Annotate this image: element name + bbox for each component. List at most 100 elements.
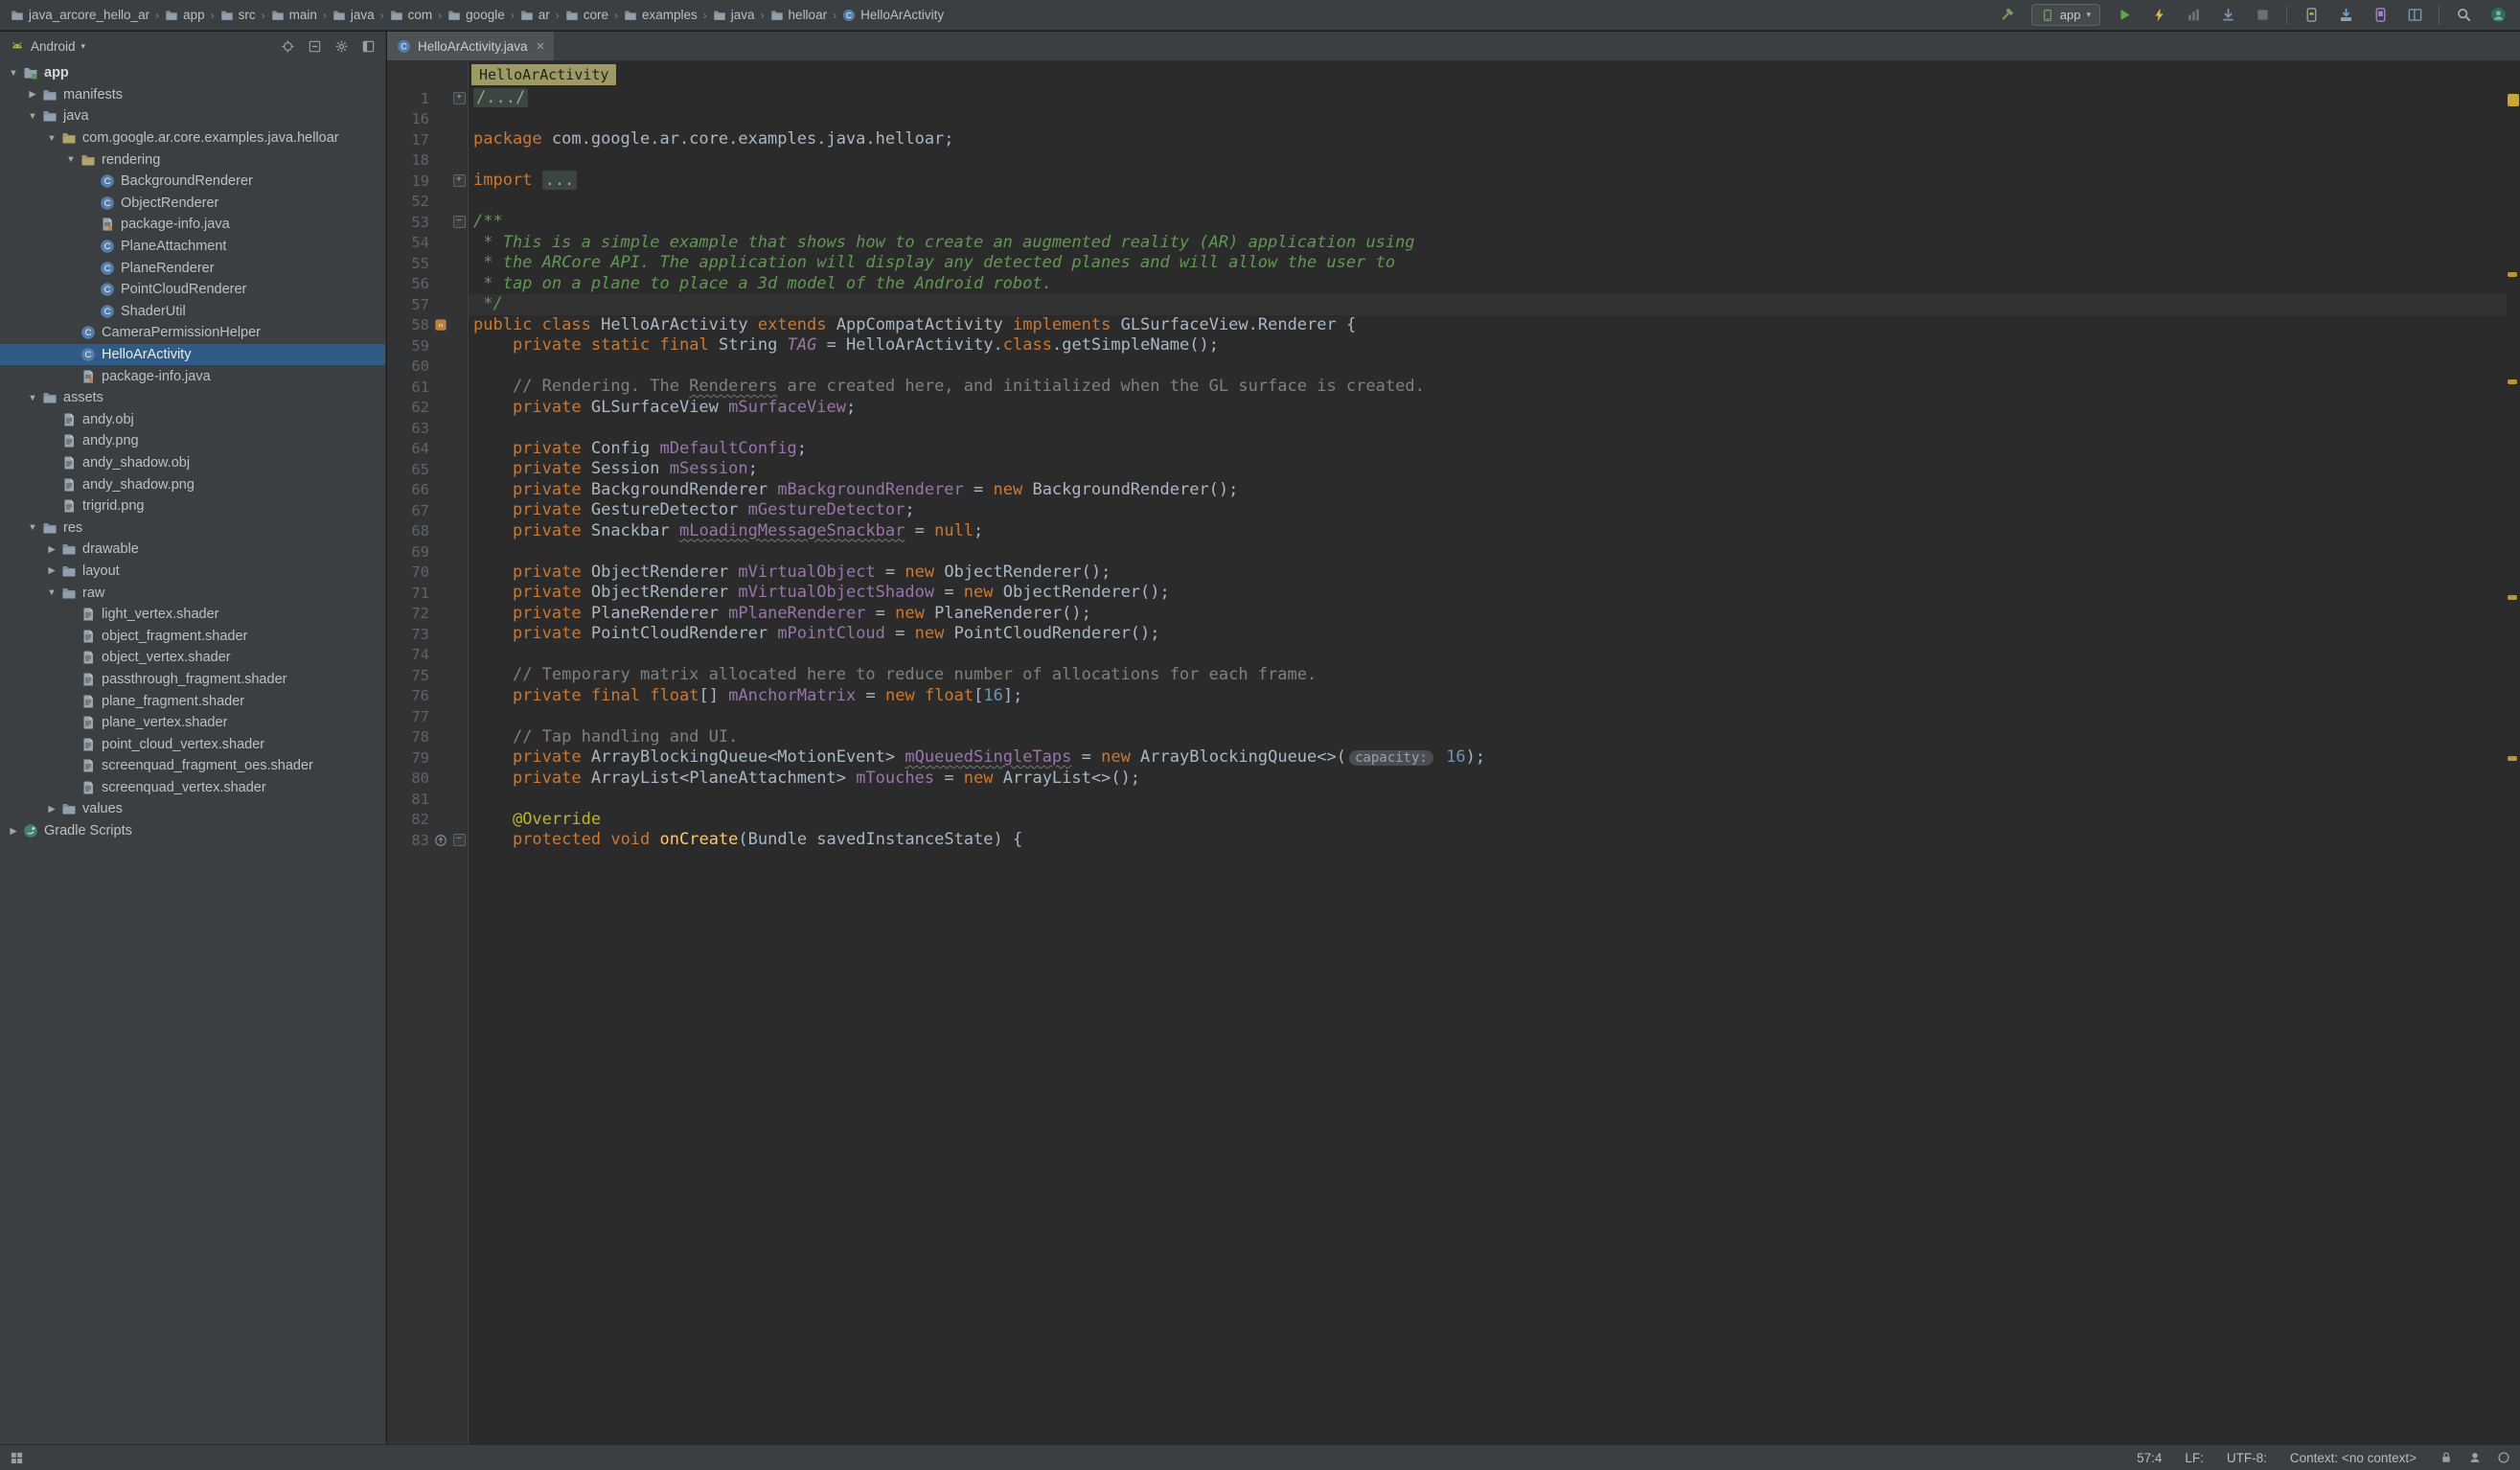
gutter-cell[interactable]: 58‹› [387,315,469,336]
stripe-mark[interactable] [2508,756,2517,761]
tree-item-layout[interactable]: ▶layout [0,561,385,583]
tree-item-object-fragment-shader[interactable]: object_fragment.shader [0,625,385,647]
gutter-cell[interactable]: 72 [387,604,469,625]
tree-item-values[interactable]: ▶values [0,798,385,820]
fold-toggle-icon[interactable]: − [453,834,466,846]
tree-item-res[interactable]: ▼res [0,517,385,539]
attach-debugger-button[interactable] [2217,5,2238,26]
tree-item-camerapermissionhelper[interactable]: CCameraPermissionHelper [0,322,385,344]
code-text[interactable]: private PlaneRenderer mPlaneRenderer = n… [469,604,2507,625]
code-text[interactable]: * the ARCore API. The application will d… [469,253,2507,274]
code-line-75[interactable]: 75 // Temporary matrix allocated here to… [387,665,2507,686]
code-line-52[interactable]: 52 [387,192,2507,213]
stop-button[interactable] [2252,5,2273,26]
code-line-58[interactable]: 58‹›public class HelloArActivity extends… [387,315,2507,336]
code-text[interactable]: private Session mSession; [469,459,2507,480]
locate-file-button[interactable] [281,39,295,54]
gutter-cell[interactable]: 76 [387,686,469,707]
code-text[interactable]: private ArrayList<PlaneAttachment> mTouc… [469,769,2507,790]
device-monitor-button[interactable] [2370,5,2391,26]
code-line-55[interactable]: 55 * the ARCore API. The application wil… [387,253,2507,274]
fold-toggle-icon[interactable]: − [453,216,466,228]
tool-window-switcher-icon[interactable] [10,1451,24,1465]
tree-item-java[interactable]: ▼java [0,105,385,127]
code-line-83[interactable]: 83− protected void onCreate(Bundle saved… [387,830,2507,851]
fold-toggle-icon[interactable]: + [453,174,466,187]
tree-expand-arrow[interactable]: ▶ [44,544,59,555]
tree-item-plane-fragment-shader[interactable]: plane_fragment.shader [0,690,385,712]
tree-item-app[interactable]: ▼app [0,62,385,84]
gutter-cell[interactable]: 57 [387,294,469,315]
stripe-mark[interactable] [2508,595,2517,600]
gutter-cell[interactable]: 63 [387,418,469,439]
profiler-button[interactable] [2183,5,2204,26]
tree-item-package-info-java[interactable]: package-info.java [0,365,385,387]
breadcrumb-item[interactable]: src [218,8,259,22]
breadcrumb-item[interactable]: ar [517,8,553,22]
code-text[interactable]: */ [469,294,2507,315]
tree-item-light-vertex-shader[interactable]: light_vertex.shader [0,604,385,626]
code-text[interactable]: protected void onCreate(Bundle savedInst… [469,830,2507,851]
code-text[interactable]: private ArrayBlockingQueue<MotionEvent> … [469,747,2507,769]
gutter-cell[interactable]: 69 [387,541,469,563]
line-separator-widget[interactable]: LF: [2185,1451,2204,1465]
code-text[interactable] [469,541,2507,563]
gutter-cell[interactable]: 16 [387,109,469,130]
code-line-65[interactable]: 65 private Session mSession; [387,459,2507,480]
code-line-80[interactable]: 80 private ArrayList<PlaneAttachment> mT… [387,769,2507,790]
code-text[interactable] [469,789,2507,810]
code-text[interactable]: private final float[] mAnchorMatrix = ne… [469,686,2507,707]
code-line-78[interactable]: 78 // Tap handling and UI. [387,727,2507,748]
code-line-71[interactable]: 71 private ObjectRenderer mVirtualObject… [387,583,2507,604]
code-text[interactable]: package com.google.ar.core.examples.java… [469,129,2507,150]
code-text[interactable] [469,192,2507,213]
code-line-74[interactable]: 74 [387,645,2507,666]
gradle-avatar-button[interactable] [2487,5,2509,26]
tree-item-planerenderer[interactable]: CPlaneRenderer [0,257,385,279]
gutter-cell[interactable]: 79 [387,747,469,769]
gutter-cell[interactable]: 19+ [387,171,469,192]
gutter-cell[interactable]: 17 [387,129,469,150]
gutter-cell[interactable]: 67 [387,500,469,521]
tree-item-screenquad-fragment-oes-shader[interactable]: screenquad_fragment_oes.shader [0,755,385,777]
run-button[interactable] [2114,5,2135,26]
gutter-cell[interactable]: 80 [387,769,469,790]
code-text[interactable]: /** [469,212,2507,233]
code-text[interactable] [469,109,2507,130]
code-area[interactable]: 1+/.../1617package com.google.ar.core.ex… [387,88,2507,851]
breadcrumb-item[interactable]: app [162,8,208,22]
code-text[interactable]: private Snackbar mLoadingMessageSnackbar… [469,521,2507,542]
code-text[interactable]: public class HelloArActivity extends App… [469,315,2507,336]
tree-expand-arrow[interactable]: ▼ [6,68,21,79]
code-line-56[interactable]: 56 * tap on a plane to place a 3d model … [387,274,2507,295]
code-line-81[interactable]: 81 [387,789,2507,810]
code-line-79[interactable]: 79 private ArrayBlockingQueue<MotionEven… [387,747,2507,769]
tree-item-plane-vertex-shader[interactable]: plane_vertex.shader [0,712,385,734]
code-text[interactable]: // Temporary matrix allocated here to re… [469,665,2507,686]
tree-item-point-cloud-vertex-shader[interactable]: point_cloud_vertex.shader [0,733,385,755]
code-text[interactable] [469,706,2507,727]
background-tasks-icon[interactable] [2497,1451,2510,1464]
layout-inspector-button[interactable] [2404,5,2425,26]
stripe-mark[interactable] [2508,272,2517,277]
gutter-cell[interactable]: 83− [387,830,469,851]
breadcrumb-item[interactable]: examples [621,8,700,22]
gutter-cell[interactable]: 75 [387,665,469,686]
code-text[interactable] [469,150,2507,172]
tree-expand-arrow[interactable]: ▼ [44,587,59,598]
code-line-67[interactable]: 67 private GestureDetector mGestureDetec… [387,500,2507,521]
code-text[interactable]: * This is a simple example that shows ho… [469,233,2507,254]
gutter-cell[interactable]: 74 [387,645,469,666]
run-configuration-select[interactable]: app▾ [2031,4,2100,26]
avd-manager-button[interactable] [2301,5,2322,26]
code-line-73[interactable]: 73 private PointCloudRenderer mPointClou… [387,624,2507,645]
collapse-all-button[interactable] [308,39,322,54]
gutter-cell[interactable]: 73 [387,624,469,645]
sdk-manager-button[interactable] [2335,5,2356,26]
tree-item-backgroundrenderer[interactable]: CBackgroundRenderer [0,171,385,193]
gutter-cell[interactable]: 68 [387,521,469,542]
build-project-button[interactable] [1997,5,2018,26]
readonly-lock-icon[interactable] [2440,1451,2453,1464]
tree-expand-arrow[interactable]: ▶ [25,89,40,100]
code-text[interactable]: private PointCloudRenderer mPointCloud =… [469,624,2507,645]
